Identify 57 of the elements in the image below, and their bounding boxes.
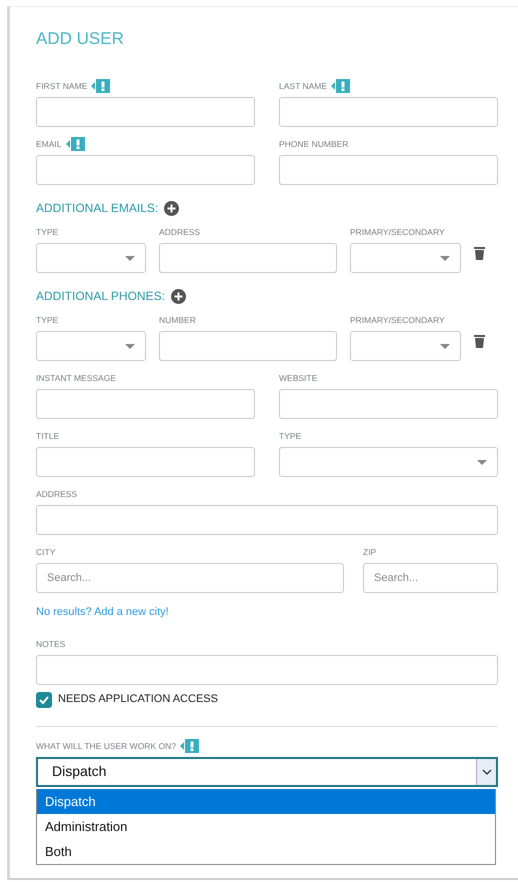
dropdown-option[interactable]: Both <box>37 838 495 864</box>
form-title: ADD USER <box>36 29 125 50</box>
select-field[interactable] <box>350 243 461 274</box>
field-label: LAST NAME <box>279 80 328 94</box>
field-label: TITLE <box>36 430 60 444</box>
field-label: PHONE NUMBER <box>279 138 348 152</box>
check-icon <box>38 694 50 706</box>
input-field[interactable] <box>36 97 255 128</box>
field-label: WEBSITE <box>279 372 318 386</box>
field-label: ZIP <box>363 546 376 560</box>
input-field[interactable] <box>279 155 498 186</box>
add-icon[interactable] <box>170 288 186 304</box>
field-label: ADDRESS <box>36 488 78 502</box>
caret-icon <box>440 256 450 261</box>
trash-icon <box>474 246 485 260</box>
chevron-icon <box>482 768 492 775</box>
field-label: TYPE <box>36 314 58 328</box>
select-field[interactable] <box>36 243 146 274</box>
field-label: NOTES <box>36 638 66 652</box>
section-heading: ADDITIONAL PHONES: <box>36 288 165 306</box>
input-field[interactable]: Search... <box>36 563 344 594</box>
field-label: NUMBER <box>159 314 196 328</box>
add-icon[interactable] <box>164 200 180 216</box>
field-label: FIRST NAME <box>36 80 88 94</box>
caret-icon <box>125 344 135 349</box>
select-field[interactable] <box>36 331 146 362</box>
input-field[interactable] <box>159 331 337 362</box>
input-field[interactable] <box>36 389 255 420</box>
trash-icon <box>474 334 485 348</box>
checkbox[interactable] <box>36 692 52 708</box>
input-field[interactable]: Search... <box>363 563 498 594</box>
input-field[interactable] <box>36 655 498 686</box>
input-field[interactable] <box>279 389 498 420</box>
input-field[interactable] <box>36 447 255 478</box>
field-label: PRIMARY/SECONDARY <box>350 226 445 240</box>
field-label: TYPE <box>36 226 58 240</box>
caret-icon <box>477 460 487 465</box>
caret-icon <box>125 256 135 261</box>
select-field[interactable] <box>350 331 461 362</box>
select-field[interactable]: Dispatch <box>36 756 498 787</box>
checkbox-label: NEEDS APPLICATION ACCESS <box>58 692 218 708</box>
field-label: PRIMARY/SECONDARY <box>350 314 445 328</box>
input-field[interactable] <box>279 97 498 128</box>
field-label: TYPE <box>279 430 302 444</box>
dropdown-option[interactable]: Dispatch <box>37 788 495 814</box>
input-field[interactable] <box>159 243 337 274</box>
caret-icon <box>440 344 450 349</box>
section-heading: ADDITIONAL EMAILS: <box>36 200 158 218</box>
field-label: INSTANT MESSAGE <box>36 372 116 386</box>
field-label: EMAIL <box>36 138 62 152</box>
field-label: CITY <box>36 546 56 560</box>
input-field[interactable] <box>36 505 498 536</box>
dropdown-option[interactable]: Administration <box>37 814 495 839</box>
field-label: ADDRESS <box>159 226 200 240</box>
select-field[interactable] <box>279 447 498 478</box>
input-field[interactable] <box>36 155 255 186</box>
field-label: WHAT WILL THE USER WORK ON? <box>36 740 176 753</box>
